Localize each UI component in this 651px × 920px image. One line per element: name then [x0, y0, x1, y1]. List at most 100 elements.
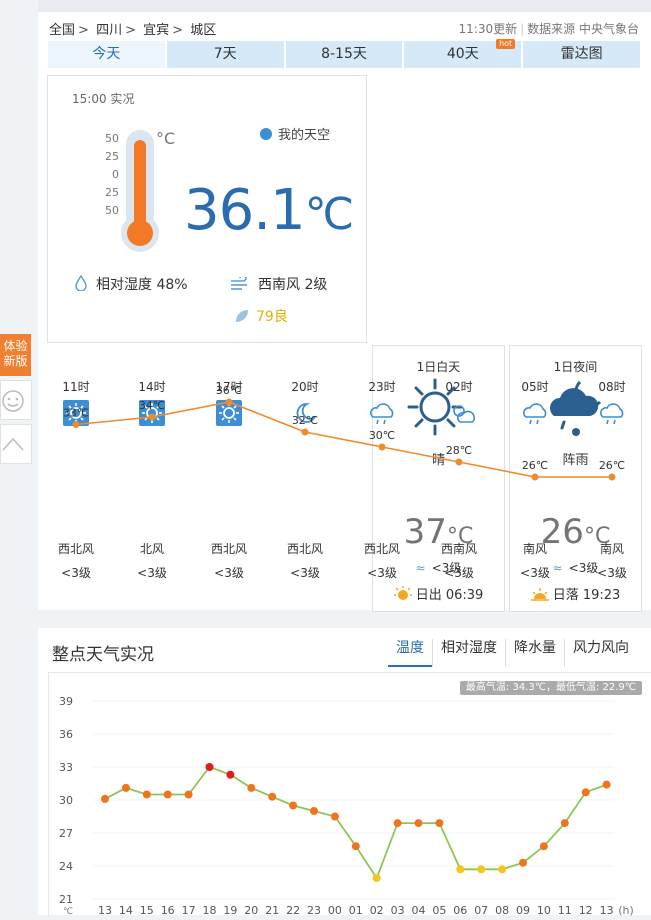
hour-label: 05时 [521, 380, 549, 394]
temperature-point[interactable] [581, 788, 590, 797]
wind-level: <3级 [597, 566, 627, 580]
wind-level: <3级 [61, 566, 91, 580]
droplet-icon [75, 274, 87, 292]
hourly-temp-label: 33℃ [63, 407, 89, 420]
wind-wave-icon: ≈ [415, 561, 426, 575]
tab-8-15day[interactable]: 8-15天 [285, 41, 403, 68]
chart-tab-precipitation[interactable]: 降水量 [505, 639, 564, 667]
temperature-point[interactable] [560, 819, 569, 828]
hour-label: 02时 [445, 380, 473, 394]
temp-value: 36.1 [184, 178, 306, 243]
day-condition: 晴 [431, 453, 445, 468]
my-sky-label: 我的天空 [278, 128, 331, 143]
sun-icon [139, 400, 165, 426]
hourly-temp-point [301, 428, 309, 436]
my-sky-link[interactable]: 我的天空 [260, 124, 330, 143]
y-tick-label: 27 [59, 827, 73, 840]
crumb-city[interactable]: 宜宾 [143, 23, 169, 38]
temperature-line [104, 765, 607, 881]
feedback-button[interactable] [0, 380, 32, 420]
x-tick-label: 01 [349, 904, 363, 916]
temperature-point[interactable] [142, 790, 151, 799]
wind-direction: 西北风 [57, 542, 94, 556]
temperature-point[interactable] [226, 770, 235, 779]
humidity-value: 相对湿度 48% [96, 277, 188, 293]
hour-label: 23时 [368, 380, 396, 394]
temperature-point[interactable] [101, 794, 109, 803]
crumb-district: 城区 [190, 23, 217, 38]
temperature-point[interactable] [602, 780, 611, 789]
tab-label: 今天 [92, 46, 121, 62]
hot-badge: hot [496, 39, 516, 49]
temperature-point[interactable] [289, 801, 298, 810]
scale-neg50: -50 [106, 204, 119, 217]
current-conditions: 15:00 实况 我的天空 50 25 0 -25 -50 °C 36.1℃ 相… [47, 75, 367, 343]
wind-level: <3级 [290, 566, 320, 580]
sunset-time: 日落 19:23 [552, 588, 621, 603]
temperature-point[interactable] [498, 865, 507, 874]
chart-tab-temperature[interactable]: 温度 [388, 639, 432, 667]
sun-icon [63, 400, 89, 426]
hourly-temp-point [148, 413, 156, 421]
temperature-point[interactable] [456, 865, 465, 874]
day-heading: 1日白天 [416, 360, 461, 374]
thermometer-icon: 50 25 0 -25 -50 °C [106, 129, 175, 252]
x-tick-label: 21 [265, 904, 279, 916]
x-unit: (h) [618, 904, 634, 916]
night-condition: 阵雨 [562, 453, 589, 468]
x-tick-label: 08 [495, 904, 509, 916]
back-to-top-button[interactable] [0, 424, 32, 464]
tab-label: 雷达图 [560, 46, 603, 62]
temperature-point[interactable] [268, 792, 277, 801]
temperature-point[interactable] [121, 783, 130, 792]
x-tick-label: 05 [432, 904, 446, 916]
hourly-observation-panel: 整点天气实况 温度 相对湿度 降水量 风力风向 最高气温: 34.3℃，最低气温… [38, 628, 651, 917]
temperature-point[interactable] [414, 819, 423, 828]
crumb-province[interactable]: 四川 [96, 23, 122, 38]
leaf-icon [236, 310, 248, 322]
tab-radar[interactable]: 雷达图 [523, 41, 640, 68]
sunset: 日落 19:23 [510, 584, 641, 603]
y-tick-label: 24 [59, 860, 73, 873]
temperature-point[interactable] [163, 790, 172, 799]
observation-time: 15:00 实况 [72, 92, 135, 106]
y-tick-label: 36 [59, 728, 73, 741]
wind-direction: 西南风 [440, 542, 477, 556]
new-version-button[interactable]: 体验新版 [0, 334, 31, 376]
tab-40day[interactable]: 40天 hot [404, 39, 522, 68]
chart-tab-wind[interactable]: 风力风向 [564, 639, 637, 667]
x-tick-label: 02 [370, 904, 384, 916]
temperature-point[interactable] [247, 783, 256, 792]
wind-level: <3级 [137, 566, 167, 580]
temperature-point[interactable] [184, 790, 193, 799]
current-temperature: 36.1℃ [184, 178, 354, 243]
temperature-point[interactable] [519, 858, 527, 867]
data-source: 数据来源 中央气象台 [527, 22, 639, 36]
temperature-point[interactable] [477, 865, 486, 874]
tab-7day[interactable]: 7天 [166, 41, 284, 68]
tab-today[interactable]: 今天 [48, 41, 165, 68]
temp-stats-badge: 最高气温: 34.3℃，最低气温: 22.9℃ [459, 681, 642, 695]
air-quality[interactable]: 79良 [234, 306, 288, 326]
temperature-point[interactable] [330, 812, 339, 821]
temperature-point[interactable] [351, 842, 360, 851]
temperature-point[interactable] [435, 819, 444, 828]
aqi-value: 79良 [256, 309, 288, 325]
tab-label: 40天 [446, 46, 479, 62]
x-tick-label: 22 [286, 904, 300, 916]
chart-tab-humidity[interactable]: 相对湿度 [432, 639, 505, 667]
scale-neg25: -25 [106, 186, 119, 199]
x-tick-label: 12 [579, 904, 593, 916]
temperature-point[interactable] [205, 763, 214, 771]
x-tick-label: 03 [391, 904, 405, 916]
crumb-country[interactable]: 全国 [49, 23, 75, 38]
sunrise: 日出 06:39 [373, 584, 504, 603]
temperature-point[interactable] [539, 842, 548, 851]
wind-level: <3级 [444, 566, 474, 580]
x-tick-label: 14 [119, 904, 133, 916]
temperature-point[interactable] [310, 807, 318, 815]
temp-unit: ℃ [304, 189, 354, 240]
wind-level: <3级 [367, 566, 397, 580]
temperature-point[interactable] [393, 819, 402, 828]
temperature-point[interactable] [372, 874, 381, 883]
